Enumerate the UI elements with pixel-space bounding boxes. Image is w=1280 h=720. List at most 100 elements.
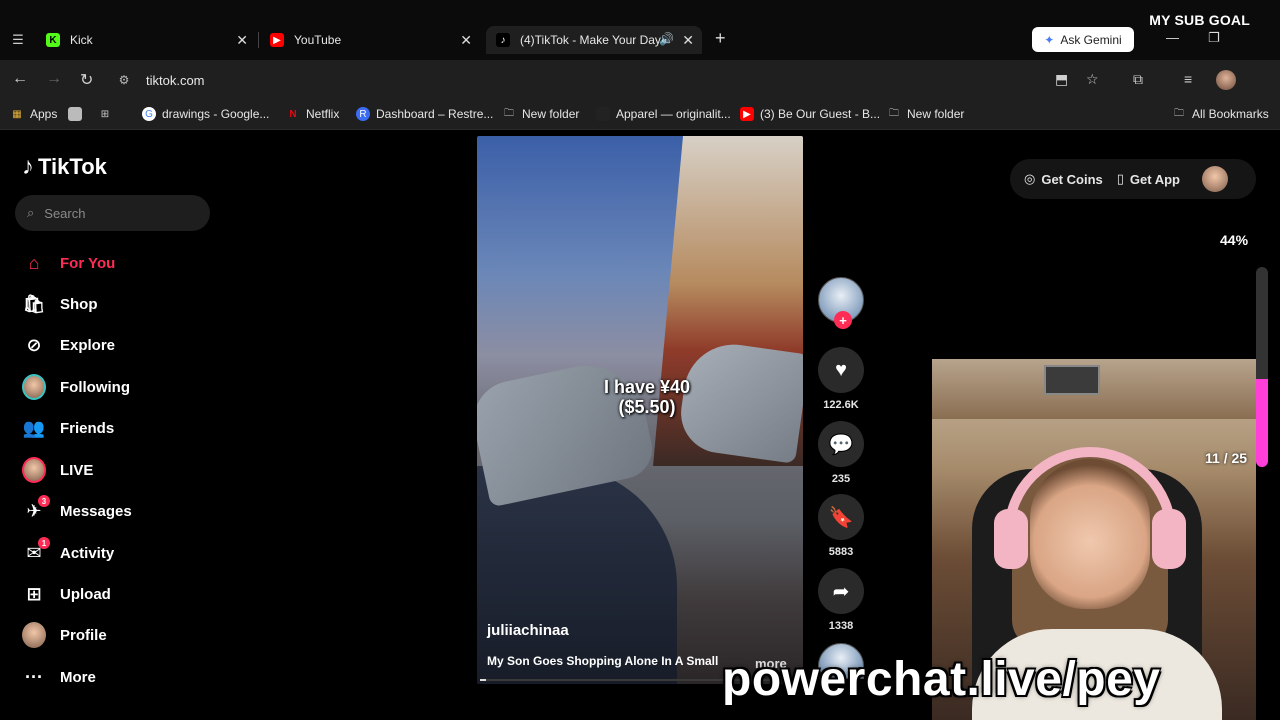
nav-following[interactable]: Following xyxy=(22,374,130,400)
extensions-icon[interactable]: ⧉ xyxy=(1133,71,1143,88)
back-icon[interactable]: ← xyxy=(12,70,28,88)
sub-goal-bar xyxy=(1256,267,1268,467)
tab-search-icon[interactable]: ☰ xyxy=(6,28,30,52)
bookmark-blank[interactable] xyxy=(68,107,82,121)
search-placeholder: Search xyxy=(44,205,86,221)
search-input[interactable]: ⌕ Search xyxy=(15,195,210,231)
screen: ☰ K Kick ✕ ▶ YouTube ✕ ♪ (4)TikTok - Mak… xyxy=(0,0,1280,720)
close-icon[interactable]: ✕ xyxy=(236,32,248,49)
new-tab-icon[interactable]: + xyxy=(715,28,726,49)
user-avatar[interactable] xyxy=(1201,166,1228,192)
compass-icon: ⊘ xyxy=(26,334,42,355)
tab-youtube[interactable]: ▶ YouTube ✕ xyxy=(270,26,472,54)
forward-icon[interactable]: → xyxy=(46,70,62,88)
ask-gemini-label: Ask Gemini xyxy=(1060,32,1122,47)
bookmark-apparel[interactable]: Apparel — originalit... xyxy=(596,107,731,121)
nav-friends[interactable]: 👥 Friends xyxy=(22,416,114,440)
apps-grid-icon: ▦ xyxy=(12,108,22,120)
tab-divider xyxy=(258,32,259,48)
like-count: 122.6K xyxy=(823,399,859,411)
minimize-icon[interactable]: — xyxy=(1166,30,1179,45)
bookmark-drawings[interactable]: G drawings - Google... xyxy=(142,107,269,121)
cam-earcup xyxy=(994,509,1028,569)
get-coins-label: Get Coins xyxy=(1041,171,1103,187)
star-icon[interactable]: ☆ xyxy=(1086,71,1099,88)
nav-label: For You xyxy=(60,254,116,272)
friends-icon: 👥 xyxy=(22,417,46,438)
bookmark-folder-2[interactable]: 🗀 New folder xyxy=(887,107,964,121)
bookmark-be-our-guest[interactable]: ▶ (3) Be Our Guest - B... xyxy=(740,107,880,121)
nav-explore[interactable]: ⊘ Explore xyxy=(22,333,115,357)
follow-plus-icon[interactable]: + xyxy=(834,311,852,329)
activity-icon: ✉ 1 xyxy=(22,537,50,565)
stream-handle: powerchat.live/pey xyxy=(722,653,1161,706)
nav-messages[interactable]: ✈ 3 Messages xyxy=(22,495,132,523)
tiktok-logo-text: TikTok xyxy=(38,154,107,179)
site-info-icon[interactable]: ⚙ xyxy=(116,72,132,88)
bookmark-label: drawings - Google... xyxy=(162,107,270,121)
nav-more[interactable]: ··· More xyxy=(22,665,96,689)
profile-avatar-icon xyxy=(22,622,46,648)
tiktok-logo[interactable]: ♪ TikTok xyxy=(22,153,107,181)
share-icon[interactable]: ➦ xyxy=(818,568,864,614)
grid-icon: ⊞ xyxy=(100,108,110,120)
tab-tiktok[interactable]: ♪ (4)TikTok - Make Your Day 🔊 ✕ xyxy=(486,26,702,54)
bookmarks-bar: ▦ Apps ⊞ G drawings - Google... N Netfli… xyxy=(0,100,1280,130)
nav-shop[interactable]: 🛍 Shop xyxy=(22,292,98,316)
nav-activity[interactable]: ✉ 1 Activity xyxy=(22,537,115,565)
video-username[interactable]: juliiachinaa xyxy=(487,622,569,639)
tiktok-logo-icon: ♪ xyxy=(22,153,34,180)
bookmark-dashboard[interactable]: R Dashboard – Restre... xyxy=(356,107,493,121)
cam-microwave xyxy=(1044,365,1100,395)
cam-headset xyxy=(1004,447,1176,557)
install-app-icon[interactable]: ⬒ xyxy=(1055,71,1068,88)
restore-icon[interactable]: ❐ xyxy=(1208,30,1220,46)
nav-label: Profile xyxy=(60,626,107,644)
bookmark-label: (3) Be Our Guest - B... xyxy=(760,107,881,121)
bookmark-all[interactable]: 🗀 All Bookmarks xyxy=(1172,107,1269,121)
nav-profile[interactable]: Profile xyxy=(22,622,107,648)
youtube-icon: ▶ xyxy=(740,107,754,121)
coin-icon: ◎ xyxy=(1024,171,1036,186)
bookmark-folder-1[interactable]: 🗀 New folder xyxy=(502,107,579,121)
close-icon[interactable]: ✕ xyxy=(460,32,472,49)
nav-for-you[interactable]: ⌂ For You xyxy=(22,251,116,275)
nav-label: Activity xyxy=(60,544,115,562)
video-description: My Son Goes Shopping Alone In A Small xyxy=(487,654,719,668)
nav-label: Explore xyxy=(60,336,116,354)
bookmark-grid[interactable]: ⊞ xyxy=(98,107,112,121)
tiktok-icon: ♪ xyxy=(496,33,510,47)
gemini-icon: ✦ xyxy=(1044,32,1055,47)
restream-icon: R xyxy=(356,107,370,121)
tab-kick[interactable]: K Kick ✕ xyxy=(46,26,248,54)
bookmark-icon[interactable]: 🔖 xyxy=(818,494,864,540)
video-caption: I have ¥40 ($5.50) xyxy=(557,377,737,418)
get-coins-button[interactable]: ◎ Get Coins xyxy=(1024,171,1103,187)
comment-icon[interactable]: 💬 xyxy=(818,421,864,467)
youtube-icon: ▶ xyxy=(270,33,284,47)
avatar xyxy=(22,457,46,483)
browser-profile-avatar[interactable] xyxy=(1216,70,1236,90)
reload-icon[interactable]: ↻ xyxy=(80,70,93,90)
google-icon: G xyxy=(142,107,156,121)
nav-label: Messages xyxy=(60,502,132,520)
get-app-button[interactable]: ▯ Get App xyxy=(1117,171,1180,187)
speaker-icon[interactable]: 🔊 xyxy=(659,32,674,46)
media-icon[interactable]: ≡ xyxy=(1184,71,1192,87)
video-player[interactable]: I have ¥40 ($5.50) juliiachinaa My Son G… xyxy=(477,136,803,684)
nav-live[interactable]: LIVE xyxy=(22,457,93,483)
netflix-icon: N xyxy=(289,108,297,120)
nav-label: Shop xyxy=(60,295,98,313)
share-action: ➦ 1338 xyxy=(818,568,864,632)
url-field[interactable]: ⚙ tiktok.com xyxy=(116,68,1036,92)
heart-icon[interactable]: ♥ xyxy=(818,347,864,393)
bookmark-netflix[interactable]: N Netflix xyxy=(286,107,339,121)
nav-label: More xyxy=(60,668,96,686)
bookmark-apps[interactable]: ▦ Apps xyxy=(10,107,57,121)
ask-gemini-button[interactable]: ✦ Ask Gemini xyxy=(1032,27,1134,52)
bookmark-label: All Bookmarks xyxy=(1192,107,1269,121)
nav-upload[interactable]: ⊞ Upload xyxy=(22,582,110,606)
cam-earcup xyxy=(1152,509,1186,569)
close-icon[interactable]: ✕ xyxy=(682,32,694,49)
page-counter: 11 / 25 xyxy=(1205,450,1248,466)
